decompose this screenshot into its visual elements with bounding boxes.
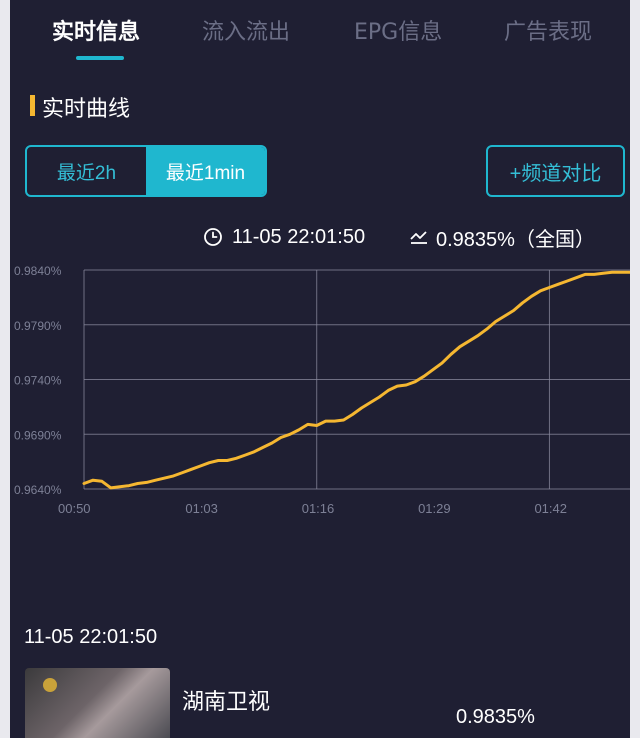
section-title: 实时曲线 xyxy=(42,97,131,122)
series-line xyxy=(82,270,630,490)
clock-icon xyxy=(204,228,222,246)
tab-ad-performance[interactable]: 广告表现 xyxy=(504,14,592,46)
range-1min-button[interactable]: 最近1min xyxy=(146,147,265,195)
y-tick-label: 0.9740% xyxy=(14,374,62,388)
x-tick-label: 01:16 xyxy=(302,501,335,516)
channel-name: 湖南卫视 xyxy=(182,690,271,715)
channel-rating-value: 0.9835% xyxy=(456,706,535,728)
thumbnail-logo xyxy=(43,678,57,692)
readout-time: 11-05 22:01:50 xyxy=(202,222,365,252)
x-tick-label: 01:29 xyxy=(418,501,451,516)
list-date-label: 11-05 22:01:50 xyxy=(24,626,158,648)
tab-bar: 实时信息 流入流出 EPG信息 广告表现 xyxy=(10,0,630,64)
tab-epg-info[interactable]: EPG信息 xyxy=(354,14,442,46)
readout-value: 0.9835%（全国） xyxy=(408,222,595,252)
channel-compare-button[interactable]: +频道对比 xyxy=(486,145,625,197)
readout-time-text: 11-05 22:01:50 xyxy=(232,225,366,248)
channel-thumbnail[interactable] xyxy=(25,668,170,738)
tab-realtime-info[interactable]: 实时信息 xyxy=(52,14,140,46)
tab-inflow-outflow[interactable]: 流入流出 xyxy=(202,14,290,46)
app-screen: 实时信息 流入流出 EPG信息 广告表现 实时曲线 最近2h 最近1min +频… xyxy=(10,0,630,738)
y-tick-label: 0.9840% xyxy=(14,264,62,278)
range-2h-button[interactable]: 最近2h xyxy=(27,147,146,195)
readout-value-text: 0.9835%（全国） xyxy=(436,228,595,251)
y-tick-label: 0.9790% xyxy=(14,319,62,333)
y-tick-label: 0.9690% xyxy=(14,428,62,442)
realtime-line-chart[interactable]: 0.9840% 0.9790% 0.9740% 0.9690% 0.9640% 00:50… xyxy=(10,252,630,522)
x-tick-label: 01:03 xyxy=(185,501,218,516)
section-accent-bar xyxy=(30,95,35,116)
active-tab-indicator xyxy=(76,56,124,60)
x-tick-label: 01:42 xyxy=(534,501,567,516)
y-tick-label: 0.9640% xyxy=(14,483,62,497)
trend-icon xyxy=(410,231,427,244)
range-toggle: 最近2h 最近1min xyxy=(25,145,267,197)
x-tick-label: 00:50 xyxy=(58,501,91,516)
